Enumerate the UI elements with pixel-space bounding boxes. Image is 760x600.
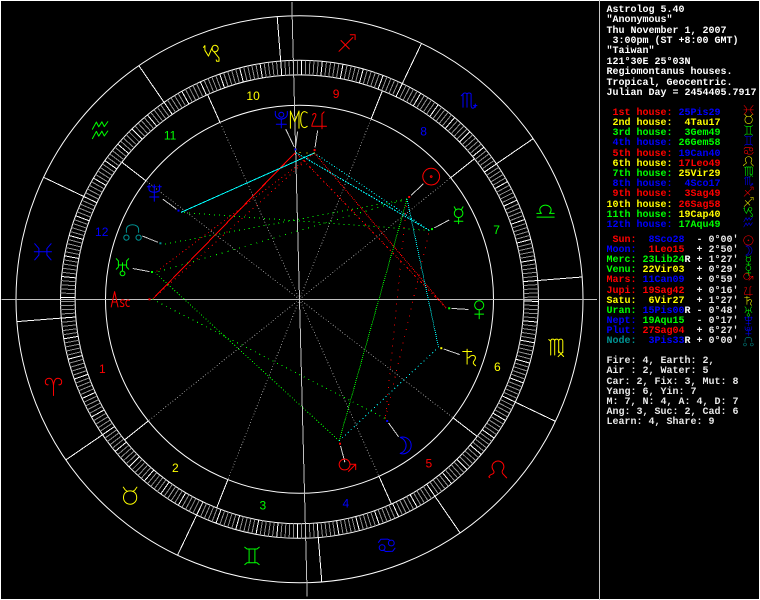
svg-text:7: 7	[493, 223, 500, 237]
svg-text:5: 5	[426, 457, 433, 471]
svg-text:9: 9	[333, 87, 340, 101]
svg-text:3: 3	[260, 498, 267, 512]
svg-text:4: 4	[343, 496, 350, 510]
svg-text:11: 11	[164, 129, 177, 143]
svg-text:2: 2	[172, 461, 179, 475]
svg-text:10: 10	[246, 89, 260, 103]
svg-text:12: 12	[95, 225, 109, 239]
svg-text:8: 8	[420, 124, 427, 138]
svg-text:6: 6	[494, 360, 501, 374]
svg-text:1: 1	[99, 362, 106, 376]
